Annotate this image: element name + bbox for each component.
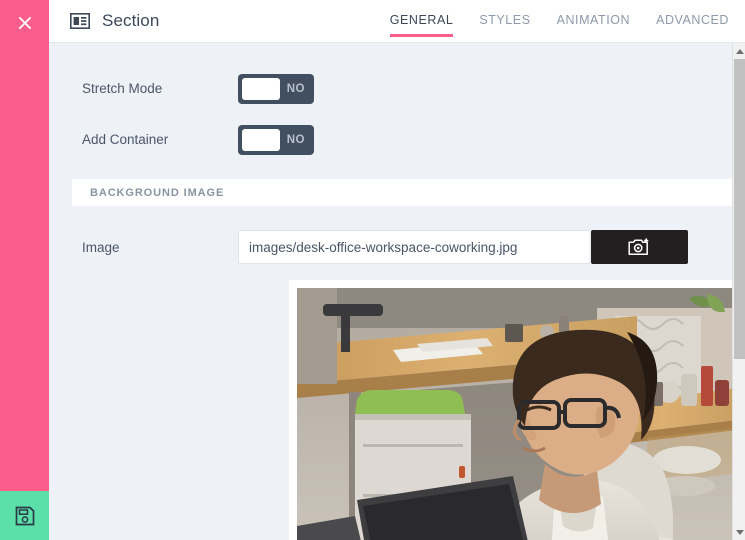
stretch-mode-row: Stretch Mode NO <box>49 63 732 114</box>
tab-advanced[interactable]: ADVANCED <box>656 0 729 43</box>
toggle-knob <box>242 77 280 100</box>
stretch-mode-toggle[interactable]: NO <box>238 73 314 104</box>
stretch-mode-label: Stretch Mode <box>82 81 163 96</box>
tab-animation[interactable]: ANIMATION <box>557 0 630 43</box>
close-x-icon <box>17 15 33 31</box>
image-field-row: Image <box>49 220 732 274</box>
left-rail <box>0 0 49 540</box>
background-image-section-title: BACKGROUND IMAGE <box>90 186 225 199</box>
background-image-section-header: BACKGROUND IMAGE <box>72 179 732 206</box>
close-panel-button[interactable] <box>0 0 49 45</box>
add-container-toggle[interactable]: NO <box>238 124 314 155</box>
panel-header: Section GENERAL STYLES ANIMATION ADVANCE… <box>49 0 745 43</box>
tab-styles[interactable]: STYLES <box>479 0 530 43</box>
office-photo-illustration <box>297 288 732 540</box>
section-layout-icon <box>70 13 90 29</box>
page-title: Section <box>102 11 160 30</box>
image-preview-card <box>289 280 732 540</box>
save-button[interactable] <box>0 491 49 540</box>
scroll-up-arrow-icon[interactable] <box>733 43 745 59</box>
scrollbar-thumb[interactable] <box>734 59 745 359</box>
camera-add-icon <box>627 237 652 257</box>
choose-image-button[interactable] <box>591 230 688 264</box>
content-scrollbar[interactable] <box>732 43 745 540</box>
image-path-input[interactable] <box>238 230 589 264</box>
add-container-label: Add Container <box>82 132 169 147</box>
panel-tabs: GENERAL STYLES ANIMATION ADVANCED <box>389 0 729 43</box>
add-container-toggle-value: NO <box>286 133 305 146</box>
panel-header-left: Section <box>49 11 159 31</box>
scroll-down-arrow-icon[interactable] <box>733 524 745 540</box>
tab-general[interactable]: GENERAL <box>389 0 454 43</box>
stretch-mode-toggle-value: NO <box>286 82 305 95</box>
image-preview <box>297 288 732 540</box>
add-container-row: Add Container NO <box>49 114 732 165</box>
floppy-disk-save-icon <box>13 504 37 528</box>
section-settings-panel: Section GENERAL STYLES ANIMATION ADVANCE… <box>0 0 745 540</box>
image-input-group <box>238 230 688 264</box>
settings-content: Stretch Mode NO Add Container NO BACKGRO… <box>49 43 732 540</box>
image-field-label: Image <box>82 239 120 255</box>
toggle-knob <box>242 128 280 151</box>
